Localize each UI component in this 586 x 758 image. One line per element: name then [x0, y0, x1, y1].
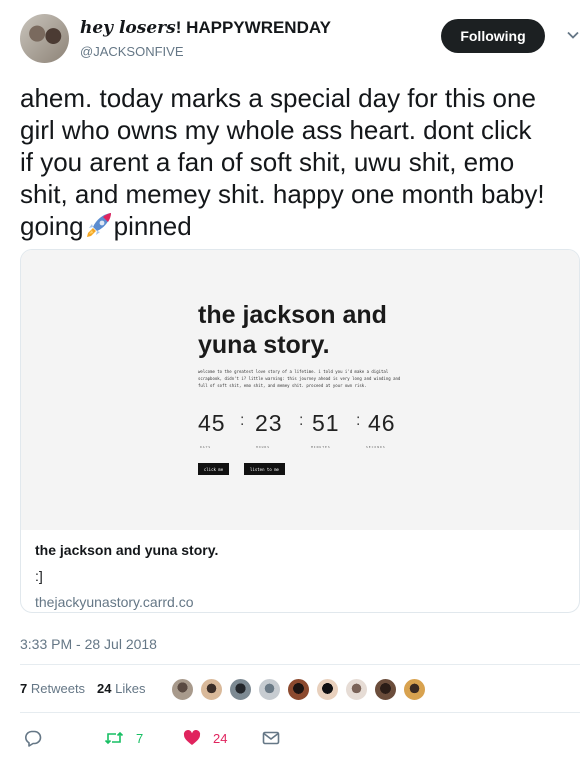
countdown-separator: :	[299, 412, 304, 429]
preview-click-me-button: click me	[198, 463, 229, 475]
liker-avatar[interactable]	[315, 677, 340, 702]
card-description: :]	[35, 568, 43, 584]
preview-title: the jackson and yuna story.	[198, 300, 387, 360]
retweets-label[interactable]: Retweets	[31, 681, 85, 696]
preview-title-line: the jackson and	[198, 301, 387, 329]
retweets-count[interactable]: 7	[20, 681, 27, 696]
display-name-rest[interactable]: ! HAPPYWRENDAY	[176, 18, 331, 37]
heart-icon[interactable]	[183, 729, 201, 747]
tweet-text-line: if you arent a fan of soft shit, uwu shi…	[20, 147, 515, 177]
countdown-hours: 23	[255, 410, 283, 436]
preview-title-dot: .	[322, 331, 330, 359]
countdown-days-label: DAYS	[200, 445, 212, 449]
liker-avatar[interactable]	[402, 677, 427, 702]
rocket-icon	[84, 211, 114, 239]
tweet-header: hey losers! HAPPYWRENDAY @JACKSONFIVE Fo…	[20, 14, 579, 64]
preview-description: welcome to the greatest love story of a …	[198, 369, 401, 388]
card-domain: thejackyunastory.carrd.co	[35, 594, 194, 610]
retweet-icon[interactable]	[104, 729, 124, 747]
countdown-separator: :	[356, 412, 361, 429]
tweet-actions: 7 24	[20, 727, 420, 749]
tweet-text-line: going pinned	[20, 210, 576, 242]
tweet-text-line: girl who owns my whole ass heart. dont c…	[20, 115, 532, 145]
countdown-minutes: 51	[312, 410, 340, 436]
liker-avatar[interactable]	[170, 677, 195, 702]
liker-avatar[interactable]	[373, 677, 398, 702]
chevron-down-icon[interactable]	[566, 28, 580, 42]
retweets-stat[interactable]: 7 Retweets	[20, 681, 85, 696]
like-count[interactable]: 24	[213, 731, 227, 746]
preview-listen-button: listen to me	[244, 463, 285, 475]
likes-count[interactable]: 24	[97, 681, 111, 696]
display-name[interactable]: hey losers! HAPPYWRENDAY	[80, 18, 331, 38]
envelope-icon[interactable]	[262, 729, 280, 747]
liker-avatar[interactable]	[228, 677, 253, 702]
retweet-button[interactable]: 7	[104, 727, 143, 749]
liker-avatar[interactable]	[344, 677, 369, 702]
following-button[interactable]: Following	[441, 19, 545, 53]
countdown-minutes-label: MINUTES	[311, 445, 331, 449]
avatar[interactable]	[20, 14, 69, 63]
card-title: the jackson and yuna story.	[35, 542, 219, 558]
countdown-days: 45	[198, 410, 226, 436]
direct-message-button[interactable]	[262, 727, 280, 749]
liker-avatar[interactable]	[286, 677, 311, 702]
liker-avatar[interactable]	[257, 677, 282, 702]
like-button[interactable]: 24	[183, 727, 227, 749]
display-name-script[interactable]: hey losers	[80, 18, 176, 38]
preview-title-line: yuna story	[198, 331, 323, 359]
retweet-count[interactable]: 7	[136, 731, 143, 746]
countdown-separator: :	[240, 412, 245, 429]
liker-avatar[interactable]	[199, 677, 224, 702]
handle[interactable]: @JACKSONFIVE	[80, 44, 331, 59]
divider	[20, 712, 580, 713]
likes-stat[interactable]: 24 Likes	[97, 681, 145, 696]
countdown-hours-label: HOURS	[256, 445, 271, 449]
card-preview-image[interactable]: the jackson and yuna story. welcome to t…	[21, 250, 579, 530]
tweet-text-word: pinned	[113, 211, 192, 241]
tweet-text: ahem. today marks a special day for this…	[20, 82, 576, 242]
author-names[interactable]: hey losers! HAPPYWRENDAY @JACKSONFIVE	[80, 18, 331, 59]
reply-icon[interactable]	[24, 729, 42, 747]
tweet-text-line: shit, and memey shit. happy one month ba…	[20, 179, 545, 209]
tweet-text-line: ahem. today marks a special day for this…	[20, 83, 536, 113]
likes-label[interactable]: Likes	[115, 681, 145, 696]
countdown-seconds: 46	[368, 410, 396, 436]
reply-button[interactable]	[24, 727, 42, 749]
tweet-timestamp[interactable]: 3:33 PM - 28 Jul 2018	[20, 636, 157, 652]
card-meta: the jackson and yuna story. :] thejackyu…	[35, 542, 565, 610]
divider	[20, 664, 580, 665]
link-card[interactable]: the jackson and yuna story. welcome to t…	[20, 249, 580, 613]
tweet-text-word: going	[20, 211, 84, 241]
countdown-seconds-label: SECONDS	[366, 445, 386, 449]
